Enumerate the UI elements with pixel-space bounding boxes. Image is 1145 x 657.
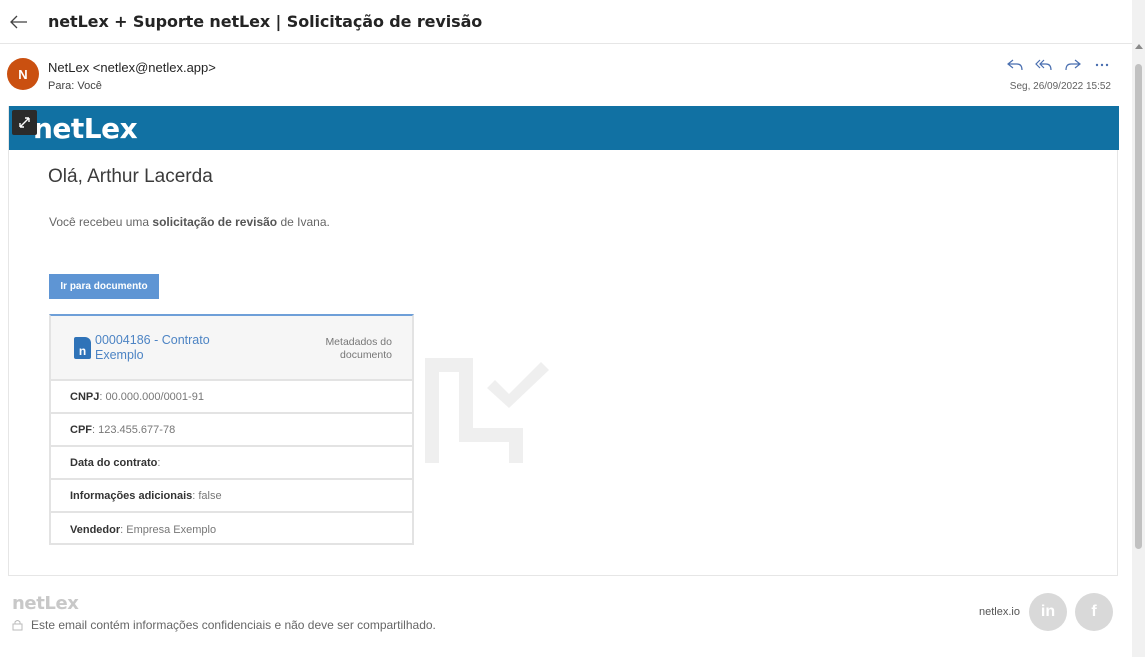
field-value: : false <box>192 489 222 502</box>
watermark-logo <box>425 358 549 463</box>
document-icon: n <box>74 337 91 359</box>
field-label: CNPJ <box>70 390 100 403</box>
linkedin-icon[interactable]: in <box>1029 593 1067 631</box>
lock-icon <box>12 620 23 631</box>
brand-logo: netLex <box>33 112 138 145</box>
expand-icon[interactable] <box>12 110 37 135</box>
field-value: : <box>157 456 161 469</box>
metadata-row-additional-info: Informações adicionais: false <box>51 480 412 513</box>
message-bold: solicitação de revisão <box>152 215 278 229</box>
card-header: n 00004186 - Contrato Exemplo Metadados … <box>51 316 412 381</box>
message-actions <box>1005 56 1111 74</box>
go-to-document-button[interactable]: Ir para documento <box>49 274 159 299</box>
reply-icon[interactable] <box>1005 56 1024 74</box>
document-title-link[interactable]: 00004186 - Contrato Exemplo <box>95 333 235 363</box>
sender-address[interactable]: NetLex <netlex@netlex.app> <box>48 60 216 75</box>
metadata-row-contract-date: Data do contrato: <box>51 447 412 480</box>
message-suffix: de Ivana. <box>277 215 330 229</box>
back-arrow-icon[interactable] <box>9 12 29 32</box>
document-card: n 00004186 - Contrato Exemplo Metadados … <box>49 314 414 545</box>
message-prefix: Você recebeu uma <box>49 215 153 229</box>
email-subject: netLex + Suporte netLex | Solicitação de… <box>48 12 483 31</box>
confidential-text: Este email contém informações confidenci… <box>31 618 436 632</box>
scroll-thumb[interactable] <box>1135 64 1142 549</box>
footer-brand: netLex <box>12 593 79 614</box>
reply-all-icon[interactable] <box>1034 56 1053 74</box>
field-label: Informações adicionais <box>70 489 193 502</box>
forward-icon[interactable] <box>1063 56 1082 74</box>
scrollbar[interactable] <box>1132 0 1145 657</box>
footer-site-link[interactable]: netlex.io <box>979 606 1020 618</box>
field-value: : Empresa Exemplo <box>120 523 217 536</box>
to-label: Para: <box>48 80 75 92</box>
subject-bar: netLex + Suporte netLex | Solicitação de… <box>0 0 1132 44</box>
metadata-row-cpf: CPF: 123.455.677-78 <box>51 414 412 447</box>
to-value[interactable]: Você <box>77 80 101 92</box>
field-value: : 123.455.677-78 <box>92 423 176 436</box>
confidential-note: Este email contém informações confidenci… <box>12 618 436 632</box>
message-text: Você recebeu uma solicitação de revisão … <box>49 215 330 229</box>
metadata-row-cnpj: CNPJ: 00.000.000/0001-91 <box>51 381 412 414</box>
sender-avatar: N <box>7 58 39 90</box>
field-label: Data do contrato <box>70 456 158 469</box>
scroll-up-arrow-icon[interactable] <box>1135 44 1143 49</box>
brand-banner: netLex <box>9 106 1119 150</box>
more-options-icon[interactable] <box>1092 56 1111 74</box>
recipient-line: Para: Você <box>48 80 102 92</box>
field-value: : 00.000.000/0001-91 <box>99 390 204 403</box>
facebook-icon[interactable]: f <box>1075 593 1113 631</box>
field-label: Vendedor <box>70 523 121 536</box>
email-body: netLex Olá, Arthur Lacerda Você recebeu … <box>8 106 1119 576</box>
greeting: Olá, Arthur Lacerda <box>48 166 213 187</box>
metadata-row-seller: Vendedor: Empresa Exemplo <box>51 513 412 546</box>
metadata-label: Metadados do documento <box>325 336 392 361</box>
sent-date: Seg, 26/09/2022 15:52 <box>1009 81 1111 92</box>
field-label: CPF <box>70 423 92 436</box>
